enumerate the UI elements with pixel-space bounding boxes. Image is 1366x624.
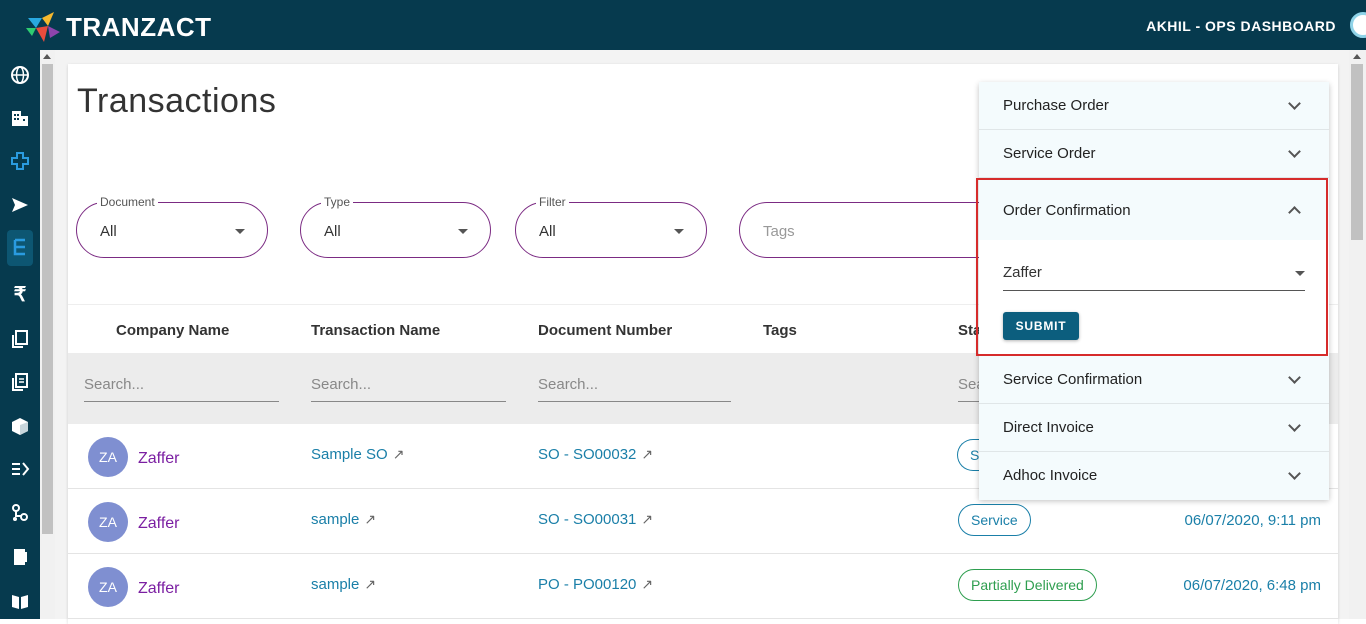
book-open-icon[interactable]	[8, 589, 32, 613]
filter-select-value: All	[539, 223, 556, 240]
scroll-up-icon[interactable]	[43, 54, 51, 59]
accordion-service-confirmation[interactable]: Service Confirmation	[979, 356, 1329, 404]
document-copy-icon[interactable]	[8, 370, 32, 394]
accordion-label: Service Order	[1003, 145, 1096, 162]
timestamp: 06/07/2020, 6:48 pm	[1183, 577, 1321, 594]
scroll-up-icon[interactable]	[1353, 54, 1361, 59]
sidebar: ₹	[0, 50, 40, 619]
brand-name: TRANZACT	[66, 11, 212, 42]
search-input-company[interactable]: Search...	[84, 373, 279, 402]
external-link-icon[interactable]: ↗	[393, 446, 405, 463]
tags-input[interactable]: Tags	[739, 202, 999, 258]
building-icon[interactable]	[8, 106, 32, 130]
document-number[interactable]: PO - PO00120	[538, 576, 636, 593]
transaction-link[interactable]: sample ↗	[311, 511, 376, 528]
page-scrollbar[interactable]	[1349, 50, 1366, 619]
external-link-icon[interactable]: ↗	[364, 576, 376, 593]
list-flow-icon[interactable]	[8, 457, 32, 481]
timestamp: 06/07/2020, 9:11 pm	[1184, 512, 1322, 529]
external-link-icon[interactable]: ↗	[641, 511, 653, 528]
accordion-adhoc-invoice[interactable]: Adhoc Invoice	[979, 452, 1329, 500]
column-header-company[interactable]: Company Name	[116, 322, 229, 339]
chevron-down-icon	[1288, 371, 1301, 384]
accordion-service-order[interactable]: Service Order	[979, 130, 1329, 178]
tags-placeholder: Tags	[763, 223, 795, 240]
user-label[interactable]: AKHIL - OPS DASHBOARD	[1146, 18, 1336, 34]
external-link-icon[interactable]: ↗	[641, 576, 653, 593]
sidebar-scrollbar[interactable]	[40, 50, 55, 619]
transaction-name[interactable]: Sample SO	[311, 446, 388, 463]
copy-icon[interactable]	[8, 327, 32, 351]
transaction-link[interactable]: Sample SO ↗	[311, 446, 404, 463]
scrollbar-thumb[interactable]	[1351, 64, 1363, 240]
company-name[interactable]: Zaffer	[138, 515, 180, 533]
avatar[interactable]	[1350, 12, 1366, 38]
top-bar: TRANZACT AKHIL - OPS DASHBOARD	[0, 0, 1366, 50]
search-input-transaction[interactable]: Search...	[311, 373, 506, 402]
accordion-label: Adhoc Invoice	[1003, 467, 1098, 484]
plus-cross-icon[interactable]	[8, 149, 32, 173]
chevron-down-icon	[1288, 467, 1301, 480]
globe-icon[interactable]	[8, 63, 32, 87]
column-header-transaction[interactable]: Transaction Name	[311, 322, 440, 339]
status-badge: Service	[958, 504, 1031, 536]
list-tree-icon[interactable]	[7, 230, 33, 266]
type-select[interactable]: Type All	[300, 195, 491, 258]
company-name[interactable]: Zaffer	[138, 580, 180, 598]
document-link[interactable]: PO - PO00120 ↗	[538, 576, 653, 593]
highlight-box	[976, 178, 1328, 356]
accordion-direct-invoice[interactable]: Direct Invoice	[979, 404, 1329, 452]
scrollbar-thumb[interactable]	[42, 64, 53, 534]
column-header-tags[interactable]: Tags	[763, 322, 797, 339]
external-link-icon[interactable]: ↗	[364, 511, 376, 528]
caret-down-icon	[458, 229, 468, 234]
document-select-label: Document	[97, 195, 158, 209]
status-badge: S	[957, 439, 982, 471]
search-input-document[interactable]: Search...	[538, 373, 731, 402]
transaction-name[interactable]: sample	[311, 511, 359, 528]
page-title: Transactions	[77, 82, 277, 120]
tranzact-logo-icon	[24, 8, 64, 46]
document-number[interactable]: SO - SO00032	[538, 446, 636, 463]
avatar: ZA	[88, 437, 128, 477]
brand-logo[interactable]: TRANZACT	[24, 8, 212, 46]
send-icon[interactable]	[8, 193, 32, 217]
chevron-down-icon	[1288, 419, 1301, 432]
avatar: ZA	[88, 567, 128, 607]
book-icon[interactable]	[8, 545, 32, 569]
avatar: ZA	[88, 502, 128, 542]
chevron-down-icon	[1288, 97, 1301, 110]
column-header-document[interactable]: Document Number	[538, 322, 672, 339]
status-badge: Partially Delivered	[958, 569, 1097, 601]
accordion-purchase-order[interactable]: Purchase Order	[979, 82, 1329, 130]
accordion-label: Purchase Order	[1003, 97, 1109, 114]
document-link[interactable]: SO - SO00032 ↗	[538, 446, 653, 463]
external-link-icon[interactable]: ↗	[641, 446, 653, 463]
document-link[interactable]: SO - SO00031 ↗	[538, 511, 653, 528]
table-row[interactable]: ZA Zaffer sample ↗ PO - PO00120 ↗ Partiall…	[68, 554, 1338, 619]
transaction-link[interactable]: sample ↗	[311, 576, 376, 593]
caret-down-icon	[674, 229, 684, 234]
filter-select-label: Filter	[536, 195, 569, 209]
type-select-label: Type	[321, 195, 354, 209]
document-select[interactable]: Document All	[76, 195, 268, 258]
package-icon[interactable]	[8, 414, 32, 438]
transaction-name[interactable]: sample	[311, 576, 359, 593]
chevron-down-icon	[1288, 145, 1301, 158]
network-icon[interactable]	[8, 501, 32, 525]
accordion-label: Direct Invoice	[1003, 419, 1094, 436]
accordion-label: Service Confirmation	[1003, 371, 1143, 388]
filter-select[interactable]: Filter All	[515, 195, 707, 258]
type-select-value: All	[324, 223, 341, 240]
caret-down-icon	[235, 229, 245, 234]
rupee-icon[interactable]: ₹	[8, 282, 32, 306]
document-number[interactable]: SO - SO00031	[538, 511, 636, 528]
company-name[interactable]: Zaffer	[138, 450, 180, 468]
document-select-value: All	[100, 223, 117, 240]
